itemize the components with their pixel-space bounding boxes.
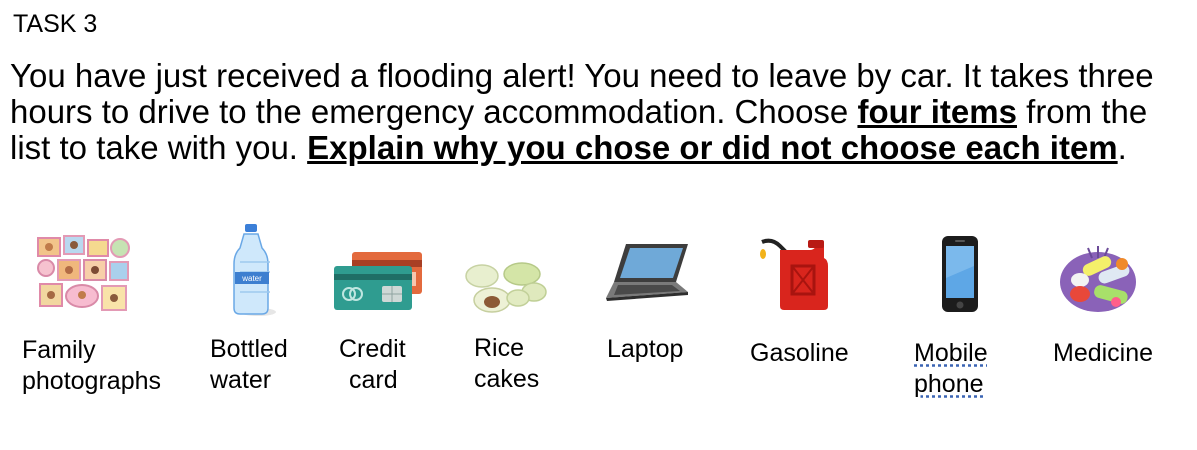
emphasis-explain: Explain why you chose or did not choose … — [307, 129, 1118, 166]
task-title: TASK 3 — [13, 10, 98, 38]
emphasis-four-items: four items — [857, 93, 1017, 130]
medicine-icon — [1060, 246, 1136, 312]
item-label: Laptop — [607, 335, 684, 363]
item-label: Family photographs — [22, 336, 162, 395]
family-photos-icon — [37, 235, 130, 311]
item-label: Gasoline — [750, 339, 849, 367]
item-label: Bottled water — [210, 335, 288, 394]
task-instructions: You have just received a flooding alert!… — [10, 57, 1154, 166]
mobile-phone-icon — [942, 236, 978, 312]
credit-card-icon — [334, 252, 422, 310]
svg-text:water: water — [241, 274, 262, 283]
rice-cakes-icon — [465, 262, 547, 313]
water-bottle-icon: water — [233, 224, 276, 316]
item-label: Mobile phone — [914, 339, 988, 398]
item-label: Rice cakes — [474, 334, 540, 393]
gas-can-icon — [760, 238, 828, 310]
laptop-icon — [606, 244, 688, 301]
item-label: Credit card — [339, 335, 406, 394]
item-label: Medicine — [1053, 339, 1154, 367]
